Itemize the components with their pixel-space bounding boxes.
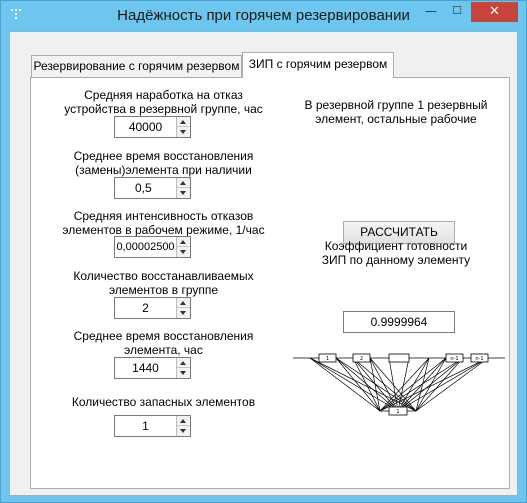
client-area: Резервирование с горячим резервом ЗИП с … <box>9 31 518 496</box>
element-restore-time-down-arrow-icon[interactable] <box>177 368 190 378</box>
element-restore-time-up-arrow-icon[interactable] <box>177 358 190 368</box>
restore-time-up-arrow-icon[interactable] <box>177 178 190 188</box>
restore-time-spinner[interactable]: 0,5 <box>114 177 191 199</box>
tab-hot-standby-redundancy[interactable]: Резервирование с горячим резервом <box>31 55 242 77</box>
spare-count-up-arrow-icon[interactable] <box>177 416 190 426</box>
tab-spares-hot-standby[interactable]: ЗИП с горячим резервом <box>242 52 394 78</box>
spare-count-down-arrow-icon[interactable] <box>177 426 190 436</box>
availability-result: 0.9999964 <box>343 311 455 333</box>
failure-rate-down-arrow-icon[interactable] <box>177 247 190 257</box>
diagram-spare-box-label: 1 <box>396 409 399 415</box>
restorable-count-label: Количество восстанавливаемых элементов в… <box>73 269 254 297</box>
diagram-box-label: n-1 <box>450 356 458 362</box>
failure-rate-spinner[interactable]: 0,00002500 <box>114 236 191 258</box>
app-window: Надёжность при горячем резервировании — … <box>0 0 527 503</box>
spare-count-value[interactable]: 1 <box>115 416 176 436</box>
failure-rate-up-arrow-icon[interactable] <box>177 237 190 247</box>
spare-count-label: Количество запасных элементов <box>71 395 256 409</box>
diagram-box-label: 2 <box>360 356 363 362</box>
diagram-box-label: n-1 <box>475 356 483 362</box>
redundancy-scheme-diagram: 1 2 n-1 n-1 1 <box>293 353 505 416</box>
mtbf-value[interactable]: 40000 <box>115 117 176 137</box>
spare-count-spinner[interactable]: 1 <box>114 415 191 437</box>
mtbf-up-arrow-icon[interactable] <box>177 117 190 127</box>
redundancy-info-text: В резервной группе 1 резервный элемент, … <box>304 98 488 126</box>
title-bar[interactable]: Надёжность при горячем резервировании — … <box>1 1 526 31</box>
close-button[interactable]: ✕ <box>471 2 518 22</box>
restore-time-value[interactable]: 0,5 <box>115 178 176 198</box>
mtbf-spinner[interactable]: 40000 <box>114 116 191 138</box>
failure-rate-value[interactable]: 0,00002500 <box>115 237 176 257</box>
availability-label: Коэффициент готовности ЗИП по данному эл… <box>321 239 471 267</box>
restorable-count-up-arrow-icon[interactable] <box>177 298 190 308</box>
restorable-count-spinner[interactable]: 2 <box>114 297 191 319</box>
mtbf-label: Средняя наработка на отказ устройства в … <box>64 88 263 116</box>
diagram-box-label: 1 <box>326 356 329 362</box>
tab-page-spares: Средняя наработка на отказ устройства в … <box>30 77 510 489</box>
restore-time-down-arrow-icon[interactable] <box>177 188 190 198</box>
minimize-button[interactable]: — <box>418 2 444 22</box>
maximize-button[interactable]: ☐ <box>444 2 470 22</box>
restorable-count-value[interactable]: 2 <box>115 298 176 318</box>
element-restore-time-value[interactable]: 1440 <box>115 358 176 378</box>
element-restore-time-spinner[interactable]: 1440 <box>114 357 191 379</box>
restorable-count-down-arrow-icon[interactable] <box>177 308 190 318</box>
element-restore-time-label: Среднее время восстановления элемента, ч… <box>73 329 254 357</box>
failure-rate-label: Средняя интенсивность отказов элементов … <box>62 209 265 237</box>
mtbf-down-arrow-icon[interactable] <box>177 127 190 137</box>
